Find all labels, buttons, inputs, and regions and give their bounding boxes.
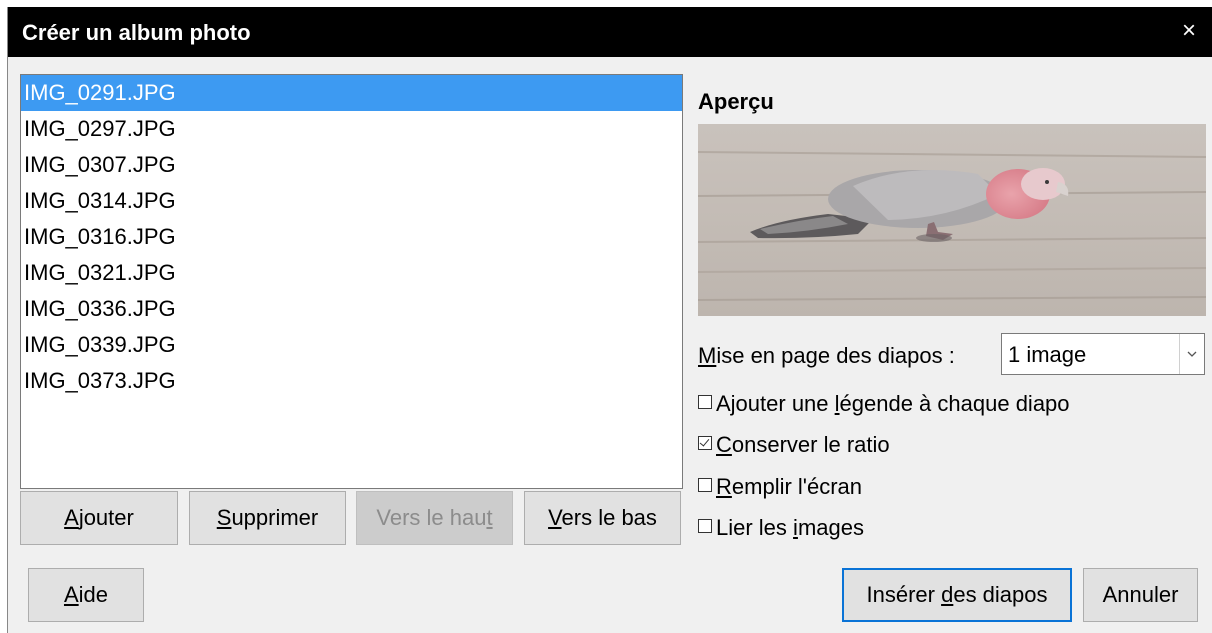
- chevron-down-icon[interactable]: [1179, 334, 1204, 374]
- dialog-title: Créer un album photo: [22, 20, 251, 45]
- file-list-item[interactable]: IMG_0336.JPG: [21, 291, 682, 327]
- file-list-item[interactable]: IMG_0339.JPG: [21, 327, 682, 363]
- checkbox-icon[interactable]: [698, 478, 712, 493]
- slide-layout-select[interactable]: 1 image: [1001, 333, 1205, 375]
- add-button[interactable]: Ajouter: [20, 491, 178, 545]
- move-up-button[interactable]: Vers le haut: [356, 491, 513, 545]
- insert-slides-button[interactable]: Insérer des diapos: [842, 568, 1072, 622]
- preview-image: [698, 124, 1206, 316]
- file-list-item[interactable]: IMG_0291.JPG: [21, 75, 682, 111]
- preview-label: Aperçu: [698, 89, 774, 114]
- close-icon[interactable]: ×: [1175, 17, 1203, 45]
- help-button[interactable]: Aide: [28, 568, 144, 622]
- checkbox-icon[interactable]: [698, 395, 712, 410]
- checkbox-icon[interactable]: [698, 519, 712, 534]
- remove-button[interactable]: Supprimer: [189, 491, 346, 545]
- file-list-item[interactable]: IMG_0321.JPG: [21, 255, 682, 291]
- checkbox-checked-icon[interactable]: [698, 436, 712, 451]
- file-list-item[interactable]: IMG_0307.JPG: [21, 147, 682, 183]
- file-list-item[interactable]: IMG_0314.JPG: [21, 183, 682, 219]
- keep-aspect-ratio-checkbox[interactable]: Conserver le ratio: [698, 432, 890, 462]
- galah-bird-photo: [698, 124, 1206, 316]
- title-bar: Créer un album photo ×: [8, 7, 1212, 57]
- slide-layout-label: Mise en page des diapos :: [698, 343, 955, 368]
- create-photo-album-dialog: Créer un album photo × IMG_0291.JPG IMG_…: [7, 7, 1212, 633]
- cancel-button[interactable]: Annuler: [1083, 568, 1198, 622]
- link-images-checkbox[interactable]: Lier les images: [698, 515, 864, 545]
- image-file-list[interactable]: IMG_0291.JPG IMG_0297.JPG IMG_0307.JPG I…: [20, 74, 683, 489]
- add-caption-checkbox[interactable]: Ajouter une légende à chaque diapo: [698, 391, 1070, 421]
- slide-layout-value: 1 image: [1008, 342, 1087, 367]
- file-list-item[interactable]: IMG_0316.JPG: [21, 219, 682, 255]
- file-list-item[interactable]: IMG_0373.JPG: [21, 363, 682, 399]
- fill-screen-checkbox[interactable]: Remplir l'écran: [698, 474, 862, 504]
- file-list-item[interactable]: IMG_0297.JPG: [21, 111, 682, 147]
- move-down-button[interactable]: Vers le bas: [524, 491, 681, 545]
